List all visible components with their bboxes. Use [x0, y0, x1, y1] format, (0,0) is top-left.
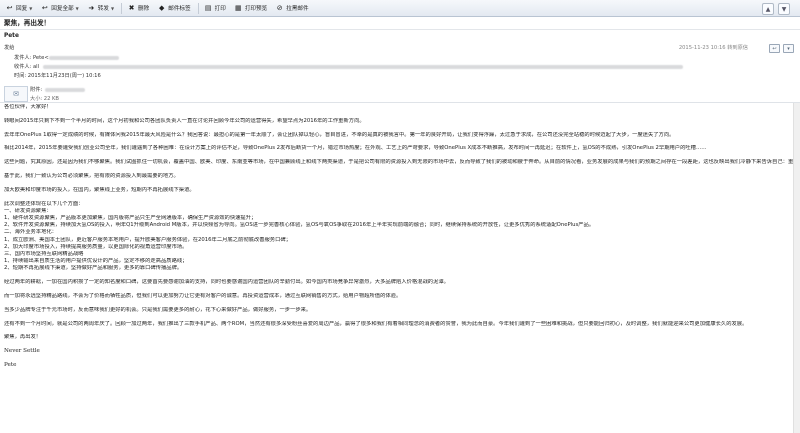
next-message-icon[interactable]: ▼ — [778, 3, 790, 15]
sender-line-text: 发件人: Pete< — [14, 55, 49, 61]
greeting: 各位伙伴，大家好！ — [4, 104, 52, 110]
list-item: 2、加大印度市场投入，持续提高服务质量，以更国际化的视角运营印度市场。 — [4, 243, 188, 250]
reply-all-button[interactable]: ↩ 回复全部 ▼ — [37, 2, 81, 15]
message-datetime: 2015-11-23 10:16 转到原信 — [679, 44, 748, 51]
attachment-name[interactable]: 附件: — [30, 86, 86, 93]
recipients-label: 收件人: all — [14, 64, 40, 70]
toolbar-button-label: 打印 — [214, 6, 226, 12]
block-button[interactable]: ⊘ 拉黑邮件 — [272, 2, 311, 15]
previous-message-icon[interactable]: ▲ — [762, 3, 774, 15]
message-header: Pete 发给 2015-11-23 10:16 转到原信 ↩ ▾ 发件人: P… — [0, 30, 800, 103]
sender-line: 发件人: Pete< — [14, 54, 119, 61]
print-preview-button[interactable]: ▦ 打印预览 — [231, 2, 270, 15]
paragraph-2: 去年年OnePlus 1取得一定成绩的时候，有媒体问我2015年最大风险是什么？… — [4, 131, 675, 138]
redacted-recipients — [43, 64, 684, 69]
paragraph-9: 当多少品牌专注于千元市场时，反而意味我们更好的机会。只是我们需要更多的耐心，花下… — [4, 306, 312, 313]
view-original-link[interactable]: 转到原信 — [727, 45, 748, 51]
block-icon: ⊘ — [276, 3, 283, 12]
toolbar-separator — [197, 2, 199, 14]
header-actions: ↩ ▾ — [769, 44, 794, 53]
paragraph-5: 基于此，我们一致认为公司必须聚焦，把有限的资源投入到最需要的地方。 — [4, 172, 179, 179]
tag-icon: ◆ — [159, 3, 165, 12]
toolbar: ↩ 回复 ▼ ↩ 回复全部 ▼ ➜ 转发 ▼ ✖ 删除 ◆ 邮件标签 ▤ 打印 ▦ 打印预览 ⊘ 拉黑邮件 — [0, 0, 800, 17]
print-button[interactable]: ▤ 打印 — [201, 2, 229, 15]
attachment-icon[interactable]: ✉ — [4, 86, 28, 102]
forward-button[interactable]: ➜ 转发 ▼ — [84, 2, 117, 15]
more-icon[interactable]: ▾ — [783, 44, 794, 53]
redacted-email — [48, 55, 119, 60]
time-line: 时间: 2015年11月23日(周一) 10:16 — [14, 73, 101, 79]
list-item: 1、硬件研发资源聚焦，产品版本更加聚焦，国内版将产品只生产全网通版本，确保生产资… — [4, 214, 257, 221]
attachment-label: 附件: — [30, 87, 43, 93]
paragraph-8: 而一加将永远坚持精品路线，不会为了价格而牺牲品质，但我们可以更加努力让它更有对客… — [4, 293, 402, 299]
toolbar-button-label: 回复全部 — [51, 6, 74, 12]
paragraph-3: 相比2014年，2015年要遭受我们创业公司全年，我们遭遇到了各种困难：在设计方… — [4, 145, 707, 152]
size-line: 大小: 22 KB — [30, 96, 59, 102]
list-item: 2、短期不再拓展线下渠道，坚持做好产品和服务，更多的靠口碑传播品牌。 — [4, 265, 183, 272]
paragraph-7: 经过两年的耕耘，一加在国内积攒了一定的知名度和口碑，这要首先要感谢加油的支持，同… — [4, 279, 449, 286]
print-preview-icon: ▦ — [235, 3, 242, 12]
delete-icon: ✖ — [128, 3, 135, 12]
recipients-line: 收件人: all — [14, 63, 684, 70]
toolbar-button-label: 转发 — [97, 6, 109, 12]
chevron-down-icon[interactable]: ▼ — [76, 6, 79, 11]
chevron-down-icon[interactable]: ▼ — [111, 6, 114, 11]
toolbar-button-label: 拉黑邮件 — [286, 6, 309, 12]
chevron-down-icon[interactable]: ▼ — [29, 6, 32, 11]
message-body: 各位伙伴，大家好！ 转眼间2015年只剩下不到一个半月的时间，这个月初我和公司各… — [4, 104, 796, 369]
message-subject: 聚焦，再出发！ — [0, 17, 800, 30]
tag-button[interactable]: ◆ 邮件标签 — [154, 2, 193, 15]
reply-small-icon[interactable]: ↩ — [769, 44, 780, 53]
datetime-text: 2015-11-23 10:16 — [678, 45, 726, 51]
reply-all-icon: ↩ — [41, 3, 48, 12]
reply-button[interactable]: ↩ 回复 ▼ — [2, 2, 35, 15]
paragraph-4: 这些问题，究其原因，还是因为我们不够聚焦。我们试图抓住一切机会，覆盖中国、欧美、… — [4, 159, 796, 166]
message-navigation: ▲ ▼ — [762, 3, 790, 15]
sender-name: Pete — [4, 33, 19, 39]
list-item: 二、海外业务本地化： — [4, 229, 57, 236]
forward-icon: ➜ — [88, 3, 95, 12]
toolbar-button-label: 回复 — [16, 6, 28, 12]
toolbar-button-label: 邮件标签 — [168, 6, 191, 12]
motto: Never Settle — [4, 348, 40, 355]
paragraph-10: 还有不到一个月时间，就是公司的两周年庆了。回顾一加过两年，我们推出了三款手机产品… — [4, 320, 748, 327]
list-item: 1、成立欧洲、美国本土团队，更近客户服务本地用户，提升欧美客户服务体验，在201… — [4, 236, 291, 243]
list-item: 1、持续输出来自质生活的用户提供优设计的产品，坚定不移的走高品质路线； — [4, 258, 188, 265]
list-item: 一、研发资源聚焦： — [4, 207, 52, 214]
toolbar-separator — [121, 2, 123, 14]
reply-icon: ↩ — [6, 3, 13, 12]
list-item: 三、国内市场坚持互联网精品战略 — [4, 251, 84, 257]
list-item: 2、软件开发资源聚焦，持续加大氢OS的投入，明年Q1升级到Android M版本… — [4, 222, 595, 229]
delete-button[interactable]: ✖ 删除 — [124, 2, 152, 15]
scrollbar[interactable] — [793, 103, 800, 433]
list-intro: 此次调整还体现在以下几个方面： — [4, 200, 84, 207]
redacted-attachment — [45, 87, 86, 92]
closing: 聚焦，再出发！ — [4, 334, 42, 341]
toolbar-button-label: 删除 — [138, 6, 150, 12]
plan-list: 一、研发资源聚焦： 1、硬件研发资源聚焦，产品版本更加聚焦，国内版将产品只生产全网… — [4, 208, 796, 273]
signature: Pete — [4, 361, 17, 368]
from-label: 发给 — [4, 45, 15, 51]
paragraph-6: 加大欧美和印度市场的投入，在国内，聚焦线上业务，短期内不再拓展线下渠道。 — [4, 186, 195, 193]
print-icon: ▤ — [204, 3, 212, 12]
toolbar-button-label: 打印预览 — [244, 6, 268, 12]
paragraph-1: 转眼间2015年只剩下不到一个半月的时间，这个月初我和公司各团队负责人一直在讨论… — [4, 117, 365, 124]
